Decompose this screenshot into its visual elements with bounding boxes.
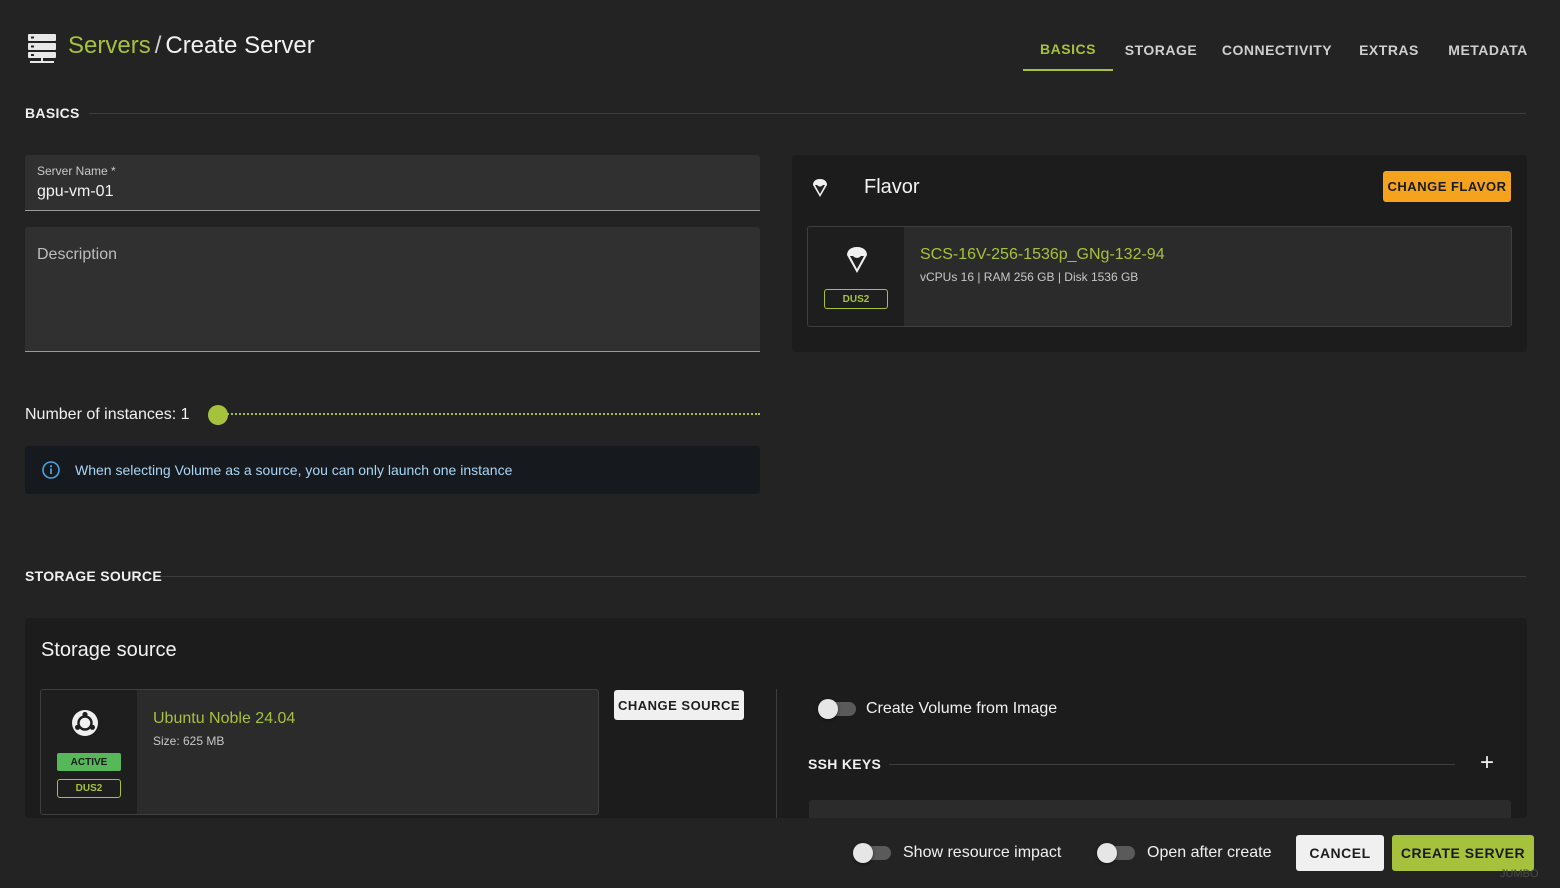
show-resource-impact-label: Show resource impact — [903, 844, 1062, 861]
flavor-name: SCS-16V-256-1536p_GNg-132-94 — [920, 246, 1165, 263]
server-name-field[interactable]: Server Name * gpu-vm-01 — [25, 155, 760, 211]
flavor-card[interactable]: DUS2 SCS-16V-256-1536p_GNg-132-94 vCPUs … — [807, 226, 1512, 327]
server-name-input[interactable]: gpu-vm-01 — [37, 183, 113, 201]
create-volume-toggle[interactable] — [818, 699, 856, 719]
flavor-specs: vCPUs 16 | RAM 256 GB | Disk 1536 GB — [920, 270, 1139, 284]
change-flavor-button[interactable]: CHANGE FLAVOR — [1383, 171, 1511, 202]
create-volume-label: Create Volume from Image — [866, 700, 1058, 717]
tab-basics[interactable]: BASICS — [1023, 28, 1113, 71]
toggle-knob — [853, 843, 873, 863]
toggle-knob — [818, 699, 838, 719]
toggle-knob — [1097, 843, 1117, 863]
tab-storage[interactable]: STORAGE — [1117, 28, 1205, 71]
tab-metadata[interactable]: METADATA — [1440, 28, 1536, 71]
flavor-region-badge: DUS2 — [824, 289, 888, 309]
server-name-label: Server Name * — [37, 164, 116, 178]
storage-section-title: STORAGE SOURCE — [25, 568, 162, 584]
change-source-button[interactable]: CHANGE SOURCE — [614, 690, 744, 720]
flavor-panel: Flavor CHANGE FLAVOR DUS2 SCS-16V-256-15… — [792, 155, 1527, 352]
create-server-button[interactable]: CREATE SERVER — [1392, 835, 1534, 871]
ubuntu-icon — [71, 709, 99, 742]
tab-extras[interactable]: EXTRAS — [1352, 28, 1426, 71]
breadcrumb: Servers / Create Server — [68, 32, 315, 60]
tab-connectivity[interactable]: CONNECTIVITY — [1216, 28, 1338, 71]
flavor-title: Flavor — [864, 176, 920, 198]
section-divider — [89, 113, 1526, 114]
info-alert: When selecting Volume as a source, you c… — [25, 446, 760, 494]
basics-section-title: BASICS — [25, 105, 80, 121]
source-status-badge: ACTIVE — [57, 753, 121, 771]
cancel-button[interactable]: CANCEL — [1296, 835, 1384, 871]
instances-slider-track[interactable] — [220, 413, 760, 415]
source-size: Size: 625 MB — [153, 734, 225, 748]
source-region-badge: DUS2 — [57, 779, 121, 798]
storage-panel-title: Storage source — [41, 639, 177, 661]
source-name: Ubuntu Noble 24.04 — [153, 710, 296, 727]
flavor-icon — [811, 177, 829, 204]
description-field[interactable]: Description — [25, 227, 760, 352]
watermark: JUMBO — [1500, 868, 1539, 880]
source-card[interactable]: ACTIVE DUS2 Ubuntu Noble 24.04 Size: 625… — [40, 689, 599, 815]
section-divider — [889, 764, 1455, 765]
vertical-divider — [776, 689, 777, 818]
add-ssh-key-icon[interactable]: + — [1480, 751, 1494, 775]
open-after-create-toggle[interactable] — [1097, 843, 1135, 863]
breadcrumb-separator: / — [154, 32, 162, 59]
ssh-keys-title: SSH KEYS — [808, 756, 882, 772]
page-title: Create Server — [165, 32, 315, 59]
info-icon — [42, 461, 60, 484]
ssh-keys-list — [809, 800, 1511, 818]
show-resource-impact-toggle[interactable] — [853, 843, 891, 863]
servers-icon — [28, 34, 58, 64]
instances-slider-thumb[interactable] — [208, 405, 228, 425]
description-placeholder: Description — [37, 246, 118, 263]
section-divider — [161, 576, 1526, 577]
source-card-left: ACTIVE DUS2 — [41, 690, 137, 814]
flavor-card-left: DUS2 — [808, 227, 904, 326]
instances-label: Number of instances: 1 — [25, 406, 190, 423]
breadcrumb-servers-link[interactable]: Servers — [68, 32, 151, 59]
flavor-card-icon — [845, 245, 869, 280]
info-message: When selecting Volume as a source, you c… — [75, 462, 513, 478]
open-after-create-label: Open after create — [1147, 844, 1272, 861]
storage-panel: Storage source ACTIVE DUS2 Ubuntu Noble … — [25, 618, 1527, 818]
